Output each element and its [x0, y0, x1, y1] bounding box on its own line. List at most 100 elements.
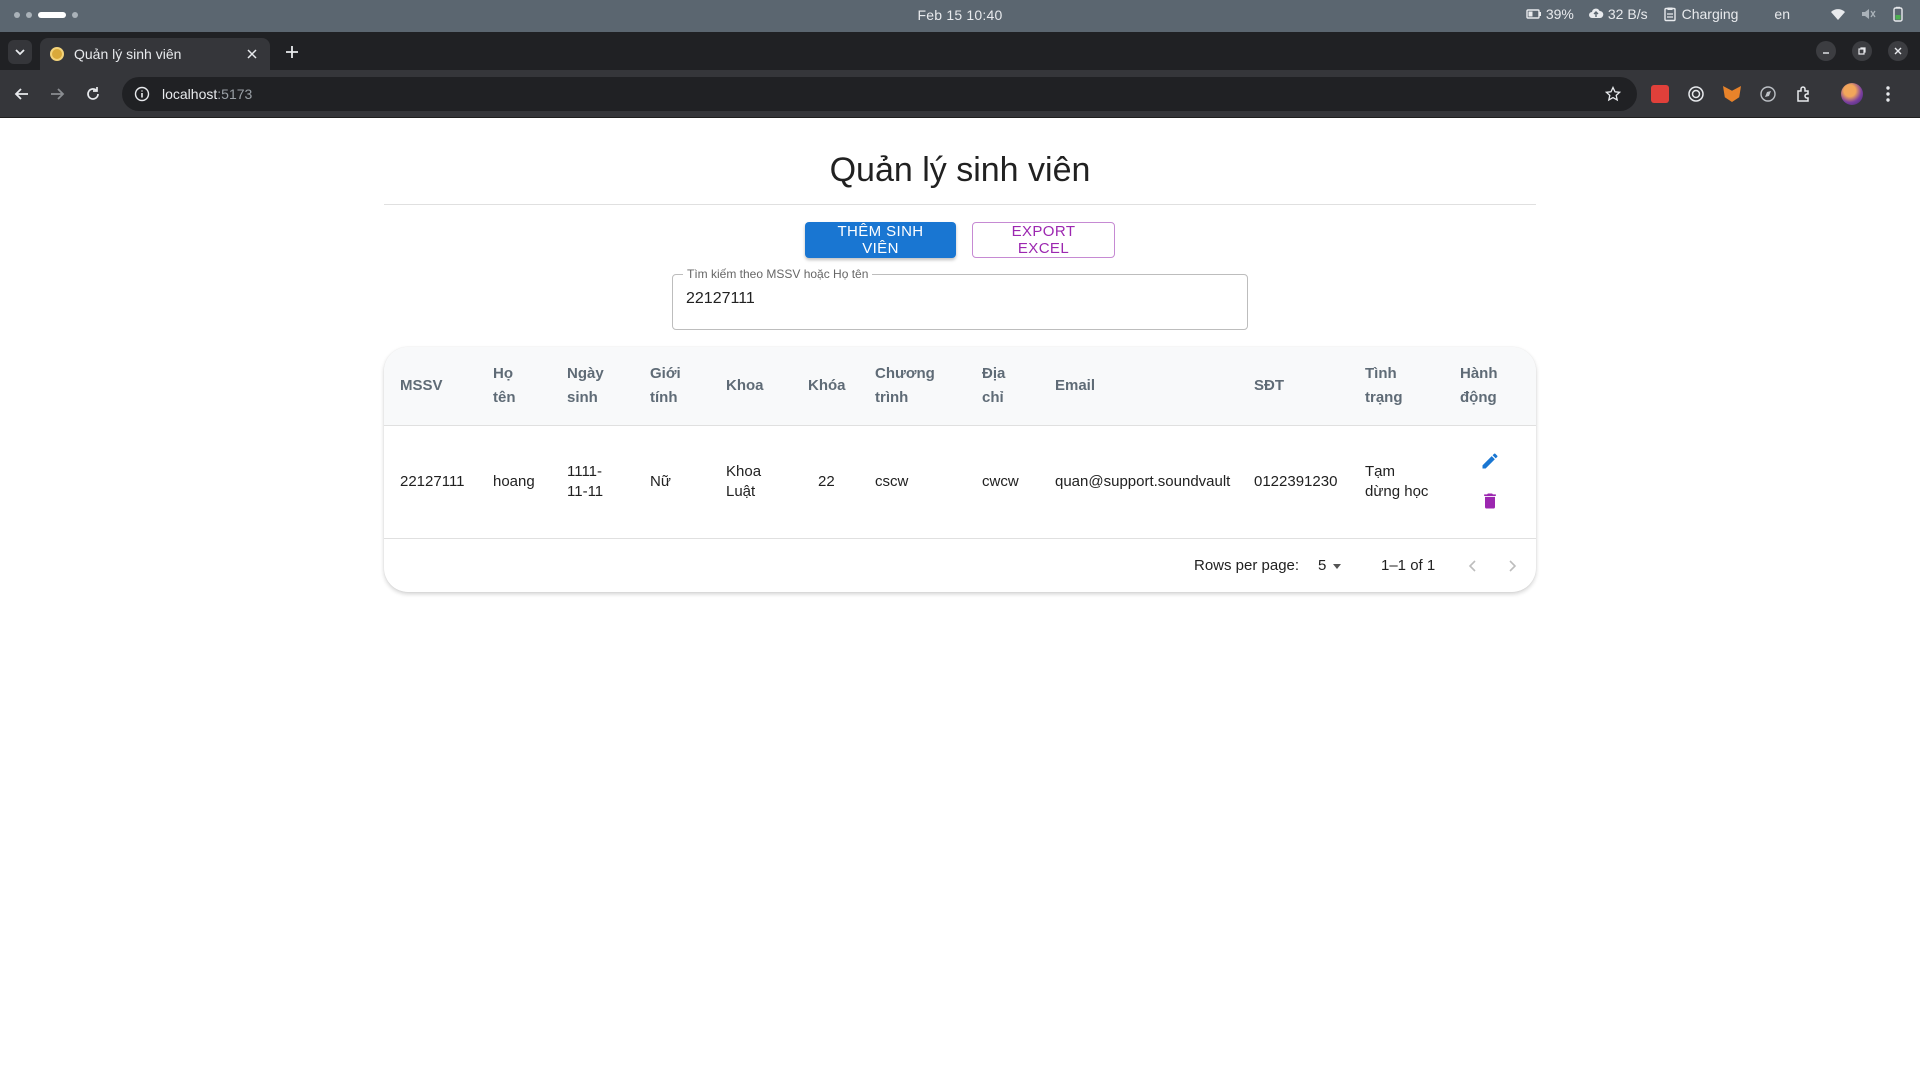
edit-button[interactable] — [1478, 449, 1502, 473]
page-title: Quản lý sinh viên — [829, 151, 1091, 189]
extension-compass-icon[interactable] — [1756, 82, 1780, 106]
title-divider — [384, 204, 1536, 205]
cell-khoa-hoc: 22 — [818, 473, 835, 490]
header-ngay-sinh[interactable]: Ngày sinh — [567, 362, 604, 410]
close-icon — [1894, 47, 1902, 55]
cell-tinh-trang: Tạm dừng học — [1365, 463, 1429, 500]
chevron-right-icon — [1509, 560, 1517, 572]
rows-per-page-label: Rows per page: — [1194, 557, 1300, 574]
new-tab-button[interactable] — [282, 42, 302, 62]
header-chuong-trinh[interactable]: Chương trình — [875, 362, 935, 410]
browser-toolbar: localhost:5173 — [0, 70, 1920, 118]
system-status-area[interactable]: 39% 32 B/s Charging en — [1526, 6, 1906, 22]
profile-avatar[interactable] — [1840, 82, 1864, 106]
charging-label: Charging — [1681, 6, 1739, 22]
network-speed-value: 32 B/s — [1607, 6, 1648, 22]
cell-sdt: 0122391230 — [1254, 473, 1338, 490]
plus-icon — [286, 46, 298, 58]
network-speed: 32 B/s — [1588, 6, 1648, 22]
volume-muted-icon — [1862, 9, 1876, 19]
url-host: localhost — [162, 86, 218, 102]
header-gioi-tinh[interactable]: Giới tính — [650, 362, 681, 410]
cloud-upload-icon — [1588, 8, 1604, 18]
extension-target-icon[interactable] — [1684, 82, 1708, 106]
action-buttons: THÊM SINH VIÊN EXPORT EXCEL — [0, 222, 1920, 258]
table-header: MSSV Họ tên Ngày sinh Giới tính Khoa Khóa C… — [384, 347, 1536, 426]
previous-page-button[interactable] — [1460, 553, 1486, 579]
pagination-range: 1–1 of 1 — [1381, 557, 1436, 574]
forward-button[interactable] — [45, 82, 69, 106]
search-input[interactable] — [686, 290, 1226, 308]
minimize-button[interactable] — [1816, 41, 1836, 61]
charging-status: Charging — [1662, 6, 1739, 22]
restore-button[interactable] — [1852, 41, 1872, 61]
metamask-fox-icon[interactable] — [1720, 82, 1744, 106]
favicon-icon — [50, 47, 64, 61]
tab-close-icon[interactable] — [244, 46, 260, 62]
keyboard-language[interactable]: en — [1774, 6, 1790, 22]
cell-dia-chi: cwcw — [982, 473, 1019, 490]
battery-charging-icon — [1893, 6, 1903, 22]
star-icon — [1605, 86, 1621, 102]
add-student-button[interactable]: THÊM SINH VIÊN — [805, 222, 956, 258]
header-mssv[interactable]: MSSV — [400, 374, 443, 398]
rows-per-page-value: 5 — [1318, 557, 1327, 574]
header-ho-ten[interactable]: Họ tên — [493, 362, 516, 410]
browser-menu-kebab-icon[interactable] — [1876, 82, 1900, 106]
cell-email: quan@support.soundvault — [1055, 473, 1231, 490]
cell-ngay-sinh: 1111- 11-11 — [567, 463, 604, 500]
url-port: :5173 — [217, 86, 253, 102]
header-dia-chi[interactable]: Địa chỉ — [982, 362, 1005, 410]
battery-percent: 39% — [1545, 6, 1574, 22]
reload-icon — [87, 87, 99, 100]
rows-per-page-select[interactable]: 5 — [1318, 557, 1342, 574]
minimize-icon — [1823, 52, 1829, 54]
chevron-down-icon — [15, 49, 25, 56]
next-page-button[interactable] — [1499, 553, 1525, 579]
edit-pencil-icon — [1482, 453, 1498, 469]
back-button[interactable] — [10, 82, 34, 106]
cell-mssv: 22127111 — [400, 473, 465, 490]
extensions-puzzle-icon[interactable] — [1792, 82, 1816, 106]
window-controls — [1816, 41, 1908, 61]
close-window-button[interactable] — [1888, 41, 1908, 61]
chevron-left-icon — [1468, 560, 1476, 572]
page-content: Quản lý sinh viên THÊM SINH VIÊN EXPORT … — [0, 119, 1920, 1080]
bookmark-star-button[interactable] — [1601, 82, 1625, 106]
trash-icon — [1484, 493, 1496, 509]
students-table: MSSV Họ tên Ngày sinh Giới tính Khoa Khóa C… — [384, 347, 1536, 592]
reload-button[interactable] — [81, 82, 105, 106]
restore-icon — [1858, 47, 1866, 55]
arrow-left-icon — [14, 88, 28, 100]
header-hanh-dong: Hành động — [1460, 365, 1498, 406]
cell-ho-ten: hoang — [493, 473, 535, 490]
site-info-icon[interactable] — [132, 84, 152, 104]
extensions-area — [1648, 82, 1900, 106]
table-row[interactable]: 22127111 hoang 1111- 11-11 Nữ Khoa Luật 22… — [384, 426, 1536, 539]
delete-button[interactable] — [1478, 489, 1502, 513]
battery-icon — [1526, 9, 1541, 19]
cell-chuong-trinh: cscw — [875, 473, 909, 490]
search-label: Tìm kiếm theo MSSV hoặc Họ tên — [683, 267, 873, 281]
header-khoa[interactable]: Khoa — [726, 374, 764, 398]
header-sdt[interactable]: SĐT — [1254, 374, 1284, 398]
search-field[interactable]: Tìm kiếm theo MSSV hoặc Họ tên — [672, 267, 1248, 330]
header-tinh-trang[interactable]: Tình trạng — [1365, 362, 1403, 410]
cell-khoa: Khoa Luật — [726, 463, 762, 500]
wifi-icon — [1831, 9, 1845, 20]
address-bar[interactable]: localhost:5173 — [122, 77, 1637, 111]
arrow-right-icon — [51, 88, 65, 100]
tab-search-button[interactable] — [8, 40, 32, 64]
caret-down-icon — [1333, 563, 1342, 569]
export-excel-button[interactable]: EXPORT EXCEL — [972, 222, 1115, 258]
os-top-bar: Feb 15 10:40 39% 32 B/s Charging en — [0, 0, 1920, 32]
browser-tab-active[interactable]: Quản lý sinh viên — [40, 38, 270, 70]
table-pagination: Rows per page: 5 1–1 of 1 — [384, 539, 1536, 592]
cell-gioi-tinh: Nữ — [650, 473, 671, 490]
header-khoa-hoc[interactable]: Khóa — [808, 374, 846, 398]
browser-tab-strip: Quản lý sinh viên — [0, 32, 1920, 70]
header-email[interactable]: Email — [1055, 374, 1095, 398]
extension-red-icon[interactable] — [1648, 82, 1672, 106]
clipboard-icon — [1663, 7, 1676, 22]
tab-title: Quản lý sinh viên — [74, 46, 182, 62]
